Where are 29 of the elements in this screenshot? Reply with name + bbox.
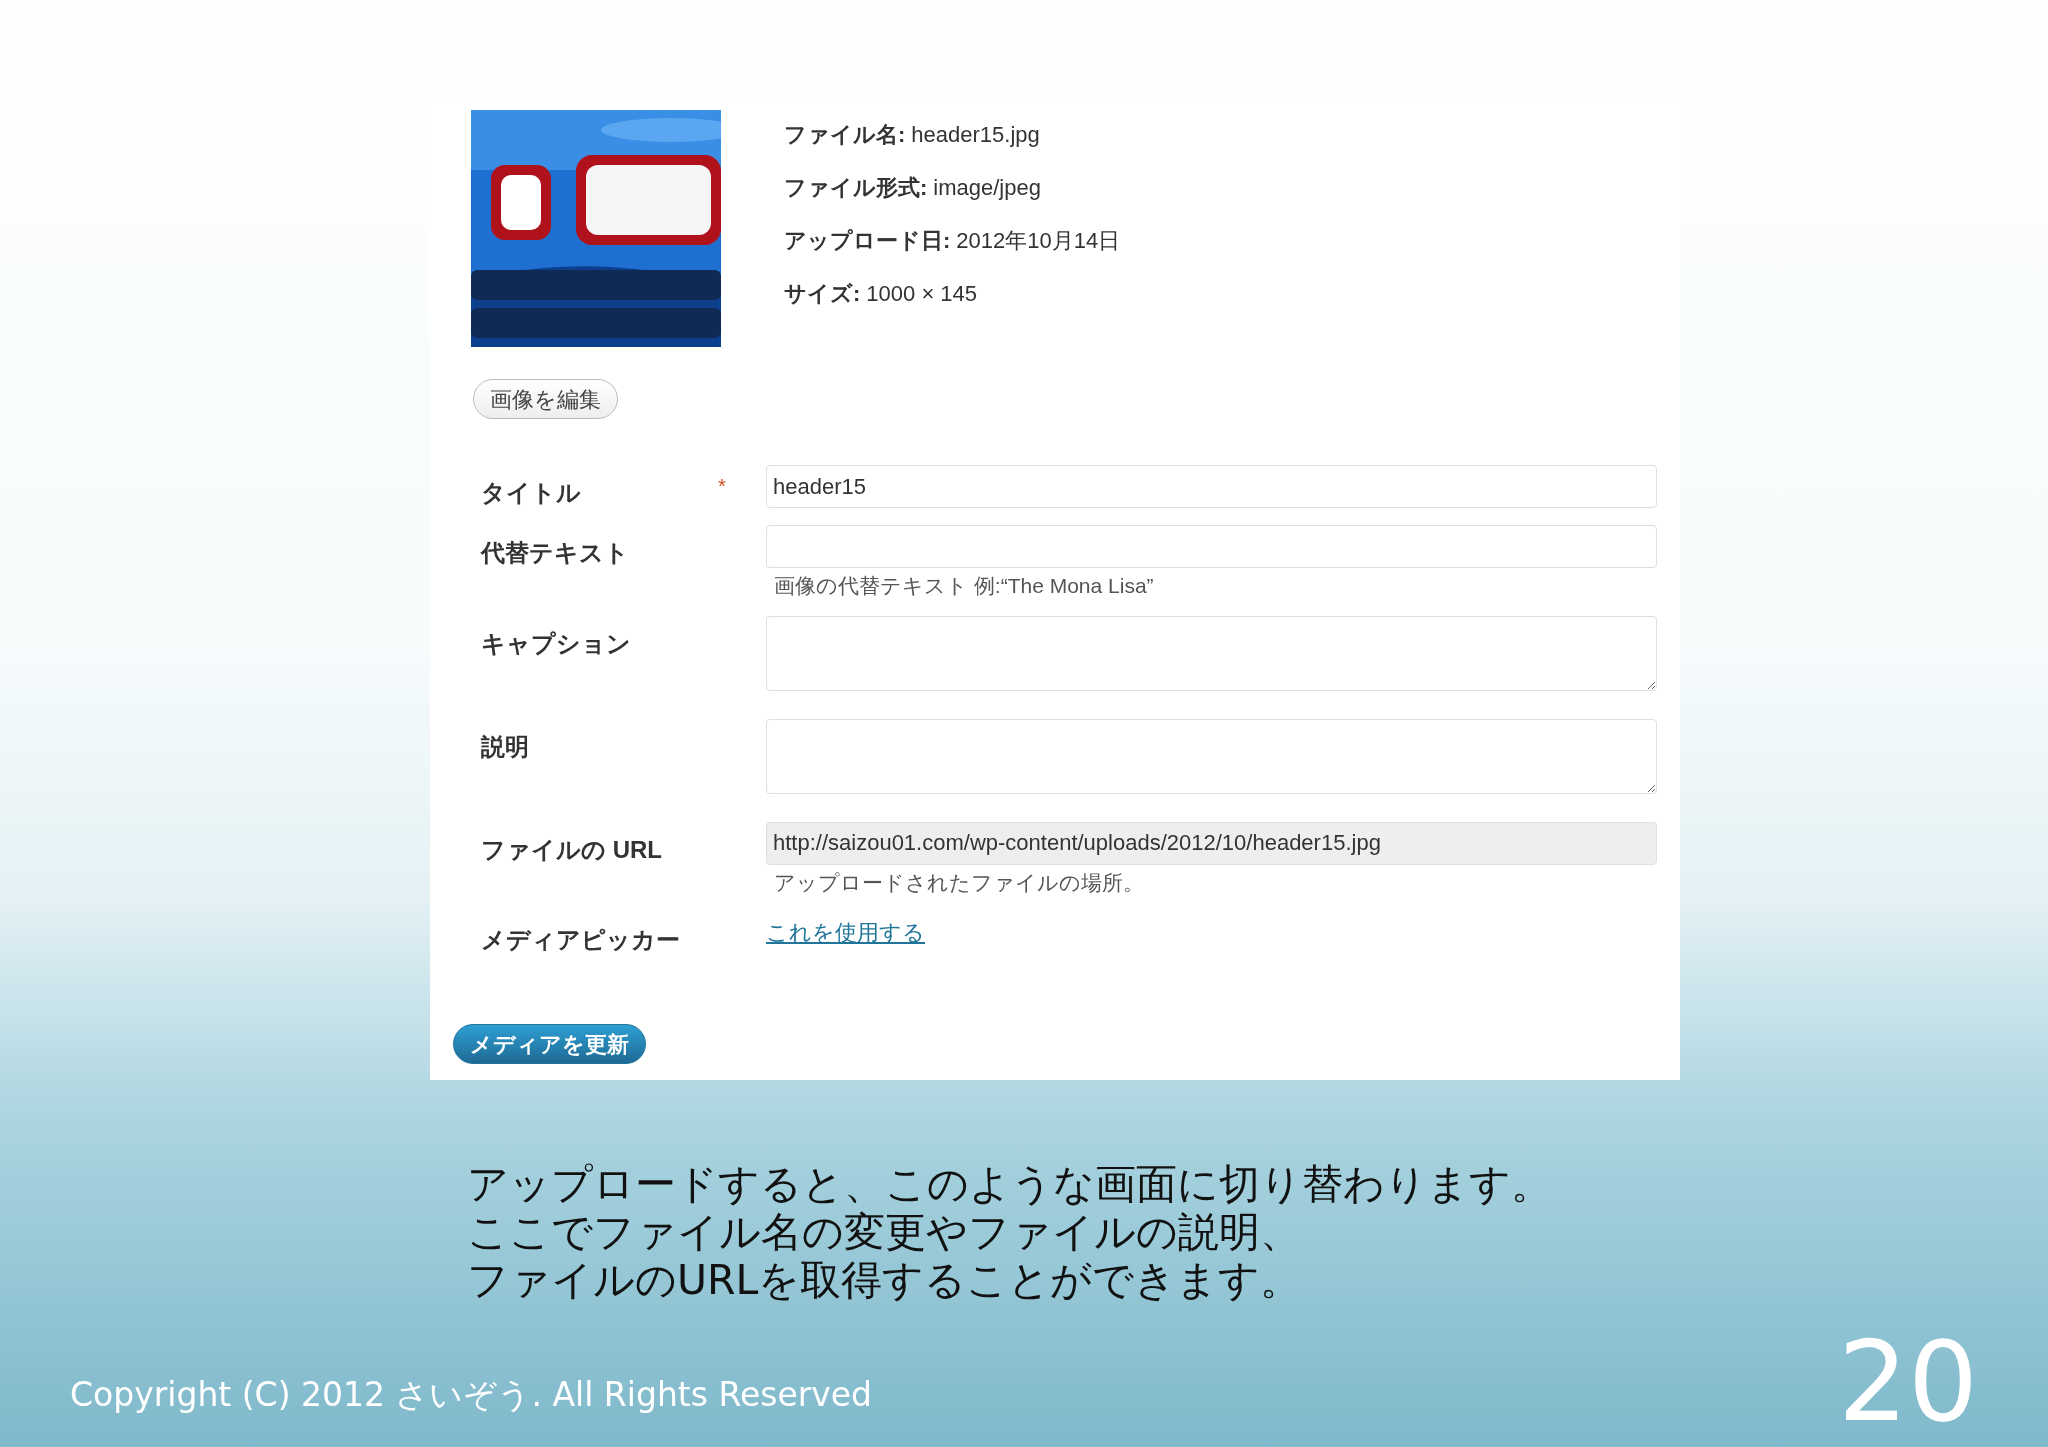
meta-label: ファイル形式: xyxy=(784,174,928,202)
meta-label: ファイル名: xyxy=(784,121,906,149)
caption-line: ファイルのURLを取得することができます。 xyxy=(467,1256,1303,1304)
copyright-footer: Copyright (C) 2012 さいぞう. All Rights Reserved xyxy=(70,1369,873,1419)
meta-value: image/jpeg xyxy=(933,174,1041,202)
meta-label: サイズ: xyxy=(784,280,861,308)
field-hint: アップロードされたファイルの場所。 xyxy=(774,869,1144,896)
meta-label: アップロード日: xyxy=(784,227,951,255)
field-label: ファイルの URL xyxy=(481,834,662,865)
caption-line: アップロードすると、このような画面に切り替わります。 xyxy=(467,1160,1553,1208)
meta-value: 1000 × 145 xyxy=(866,280,978,308)
field-label: メディアピッカー xyxy=(481,925,680,955)
meta-value: header15.jpg xyxy=(911,121,1040,149)
required-mark: * xyxy=(718,475,726,497)
text-field[interactable] xyxy=(766,525,1657,568)
field-hint: 画像の代替テキスト 例:“The Mona Lisa” xyxy=(774,573,1154,599)
caption-line: ここでファイル名の変更やファイルの説明、 xyxy=(467,1208,1302,1256)
field-label: キャプション xyxy=(481,628,631,659)
text-area[interactable] xyxy=(766,615,1657,691)
text-area[interactable] xyxy=(766,718,1657,794)
field-label: 代替テキスト xyxy=(481,538,629,568)
text-field[interactable]: header15 xyxy=(766,465,1657,508)
page-number: 20 xyxy=(1838,1327,1978,1437)
field-label: 説明 xyxy=(481,731,529,762)
use-this-link[interactable]: これを使用する xyxy=(766,916,925,949)
update-media-button[interactable]: メディアを更新 xyxy=(453,1024,646,1064)
edit-image-button[interactable]: 画像を編集 xyxy=(473,379,618,419)
field-label: タイトル xyxy=(481,478,581,508)
meta-value: 2012年10月14日 xyxy=(956,227,1121,255)
